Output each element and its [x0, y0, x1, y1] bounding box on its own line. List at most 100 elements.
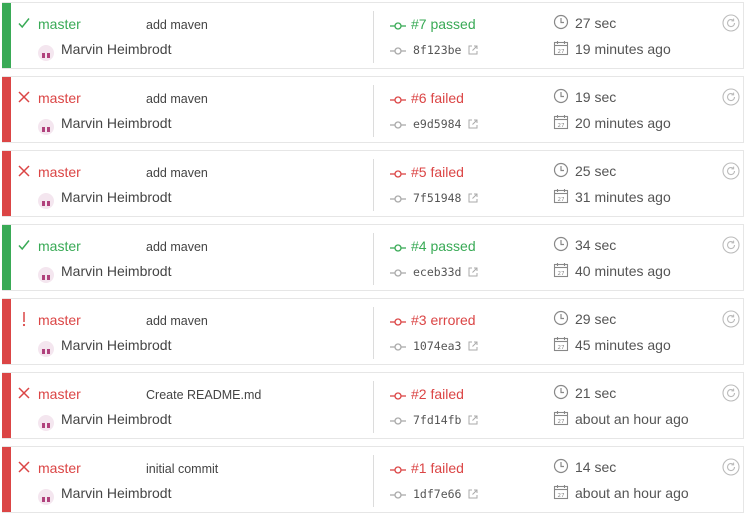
- branch-name[interactable]: master: [38, 312, 81, 328]
- build-duration: 19 sec: [575, 89, 617, 105]
- commit-icon: [390, 170, 406, 178]
- finished-time: 20 minutes ago: [575, 115, 671, 131]
- status-bar: [2, 151, 11, 216]
- cross-icon: [16, 162, 32, 180]
- build-row[interactable]: master add maven Marvin Heimbrodt #6 fai…: [2, 76, 744, 143]
- commit-icon: [390, 491, 406, 499]
- finished-time: 31 minutes ago: [575, 189, 671, 205]
- svg-text:27: 27: [558, 345, 565, 351]
- external-link-icon[interactable]: [468, 489, 478, 499]
- build-number-link[interactable]: #4 passed: [411, 238, 476, 254]
- build-number-link[interactable]: #7 passed: [411, 16, 476, 32]
- check-icon: [16, 14, 32, 32]
- cross-icon: [16, 384, 32, 402]
- commit-sha-link[interactable]: 8f123be: [413, 43, 461, 57]
- external-link-icon[interactable]: [468, 45, 478, 55]
- commit-icon: [390, 417, 406, 425]
- branch-name[interactable]: master: [38, 90, 81, 106]
- calendar-icon: 27: [553, 337, 569, 352]
- calendar-icon: 27: [553, 189, 569, 204]
- commit-sha-link[interactable]: 1074ea3: [413, 339, 461, 353]
- cross-icon: [16, 458, 32, 476]
- build-number-link[interactable]: #1 failed: [411, 460, 464, 476]
- commit-sha-link[interactable]: e9d5984: [413, 117, 461, 131]
- commit-icon: [390, 269, 406, 277]
- commit-sha-link[interactable]: 7fd14fb: [413, 413, 461, 427]
- branch-name[interactable]: master: [38, 16, 81, 32]
- clock-icon: [553, 14, 569, 30]
- avatar: [38, 415, 54, 431]
- build-row[interactable]: master initial commit Marvin Heimbrodt #…: [2, 446, 744, 513]
- avatar: [38, 489, 54, 505]
- divider: [373, 307, 374, 359]
- status-bar: [2, 373, 11, 438]
- author-name: Marvin Heimbrodt: [61, 411, 172, 427]
- avatar: [38, 119, 54, 135]
- build-row[interactable]: master add maven Marvin Heimbrodt #5 fai…: [2, 150, 744, 217]
- commit-icon: [390, 121, 406, 129]
- status-bar: [2, 3, 11, 68]
- restart-build-icon[interactable]: [722, 384, 740, 402]
- commit-message: add maven: [146, 92, 208, 106]
- restart-build-icon[interactable]: [722, 14, 740, 32]
- build-number-link[interactable]: #3 errored: [411, 312, 476, 328]
- svg-text:27: 27: [558, 419, 565, 425]
- build-number-link[interactable]: #6 failed: [411, 90, 464, 106]
- commit-sha-link[interactable]: 7f51948: [413, 191, 461, 205]
- external-link-icon[interactable]: [468, 341, 478, 351]
- divider: [373, 11, 374, 63]
- author-name: Marvin Heimbrodt: [61, 41, 172, 57]
- external-link-icon[interactable]: [468, 415, 478, 425]
- commit-sha-link[interactable]: eceb33d: [413, 265, 461, 279]
- calendar-icon: 27: [553, 263, 569, 278]
- author-name: Marvin Heimbrodt: [61, 189, 172, 205]
- clock-icon: [553, 88, 569, 104]
- external-link-icon[interactable]: [468, 193, 478, 203]
- divider: [373, 85, 374, 137]
- clock-icon: [553, 310, 569, 326]
- build-number-link[interactable]: #2 failed: [411, 386, 464, 402]
- svg-text:27: 27: [558, 493, 565, 499]
- commit-message: add maven: [146, 240, 208, 254]
- restart-build-icon[interactable]: [722, 162, 740, 180]
- restart-build-icon[interactable]: [722, 236, 740, 254]
- commit-sha-link[interactable]: 1df7e66: [413, 487, 461, 501]
- calendar-icon: 27: [553, 115, 569, 130]
- branch-name[interactable]: master: [38, 238, 81, 254]
- branch-name[interactable]: master: [38, 460, 81, 476]
- exclamation-icon: [16, 310, 32, 328]
- build-duration: 27 sec: [575, 15, 617, 31]
- build-duration: 34 sec: [575, 237, 617, 253]
- build-row[interactable]: master add maven Marvin Heimbrodt #3 err…: [2, 298, 744, 365]
- avatar: [38, 341, 54, 357]
- divider: [373, 159, 374, 211]
- author-name: Marvin Heimbrodt: [61, 337, 172, 353]
- divider: [373, 233, 374, 285]
- svg-text:27: 27: [558, 197, 565, 203]
- finished-time: about an hour ago: [575, 485, 689, 501]
- clock-icon: [553, 384, 569, 400]
- commit-icon: [390, 466, 406, 474]
- commit-message: add maven: [146, 18, 208, 32]
- commit-message: initial commit: [146, 462, 219, 476]
- restart-build-icon[interactable]: [722, 458, 740, 476]
- svg-text:27: 27: [558, 271, 565, 277]
- build-row[interactable]: master add maven Marvin Heimbrodt #4 pas…: [2, 224, 744, 291]
- divider: [373, 381, 374, 433]
- calendar-icon: 27: [553, 485, 569, 500]
- branch-name[interactable]: master: [38, 386, 81, 402]
- external-link-icon[interactable]: [468, 267, 478, 277]
- build-row[interactable]: master add maven Marvin Heimbrodt #7 pas…: [2, 2, 744, 69]
- branch-name[interactable]: master: [38, 164, 81, 180]
- build-row[interactable]: master Create README.md Marvin Heimbrodt…: [2, 372, 744, 439]
- finished-time: about an hour ago: [575, 411, 689, 427]
- author-name: Marvin Heimbrodt: [61, 263, 172, 279]
- build-duration: 21 sec: [575, 385, 617, 401]
- clock-icon: [553, 458, 569, 474]
- check-icon: [16, 236, 32, 254]
- finished-time: 45 minutes ago: [575, 337, 671, 353]
- restart-build-icon[interactable]: [722, 310, 740, 328]
- build-number-link[interactable]: #5 failed: [411, 164, 464, 180]
- external-link-icon[interactable]: [468, 119, 478, 129]
- restart-build-icon[interactable]: [722, 88, 740, 106]
